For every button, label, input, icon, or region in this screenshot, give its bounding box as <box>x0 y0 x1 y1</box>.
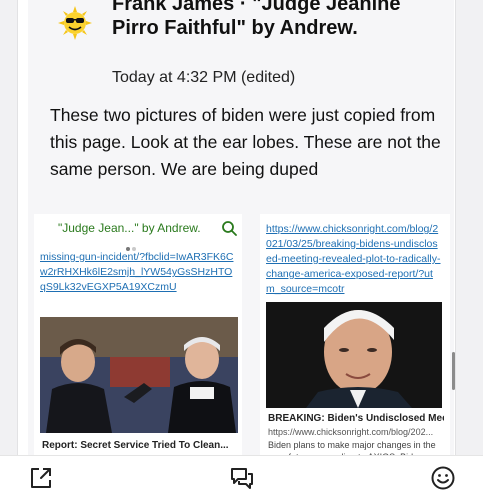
post-message: These two pictures of biden were just co… <box>50 105 441 179</box>
right-preview-domain: https://www.chicksonright.com/blog/202..… <box>268 427 434 437</box>
share-icon[interactable] <box>28 465 54 491</box>
left-preview-link[interactable]: missing-gun-incident/?fbclid=IwAR3FK6Cw2… <box>40 250 236 295</box>
photo-portrait-icon <box>266 302 442 408</box>
left-link-preview[interactable]: "Judge Jean..." by Andrew. missing-gun-i… <box>34 214 242 455</box>
group-title: "Judge Jean..." by Andrew. <box>58 221 201 235</box>
right-edge <box>455 0 483 455</box>
scrollbar[interactable] <box>452 352 455 390</box>
chat-bubbles-icon[interactable] <box>229 465 255 491</box>
emoji-icon[interactable] <box>430 465 456 491</box>
post-timestamp: Today at 4:32 PM (edited) <box>112 69 296 86</box>
right-preview-description: Biden plans to make major changes in the… <box>268 440 436 455</box>
sunglasses-emoji-icon <box>58 6 92 40</box>
left-preview-photo[interactable] <box>40 317 238 433</box>
right-preview-photo[interactable] <box>266 302 442 408</box>
right-preview-link[interactable]: https://www.chicksonright.com/blog/2021/… <box>266 222 441 297</box>
pane-divider <box>246 214 256 455</box>
post-author: Frank James · "Judge Jeanine Pirro Faith… <box>112 0 401 39</box>
right-link-preview[interactable]: https://www.chicksonright.com/blog/2021/… <box>260 214 450 455</box>
right-preview-headline: BREAKING: Biden's Undisclosed Meeti... <box>268 413 444 424</box>
left-edge <box>0 0 18 455</box>
left-preview-caption: Report: Secret Service Tried To Clean... <box>42 440 229 451</box>
post-card: Frank James · "Judge Jeanine Pirro Faith… <box>28 0 454 455</box>
search-icon[interactable] <box>221 220 237 236</box>
bottom-toolbar <box>0 455 483 500</box>
screen: Frank James · "Judge Jeanine Pirro Faith… <box>0 0 483 500</box>
photo-two-men-icon <box>40 317 238 433</box>
